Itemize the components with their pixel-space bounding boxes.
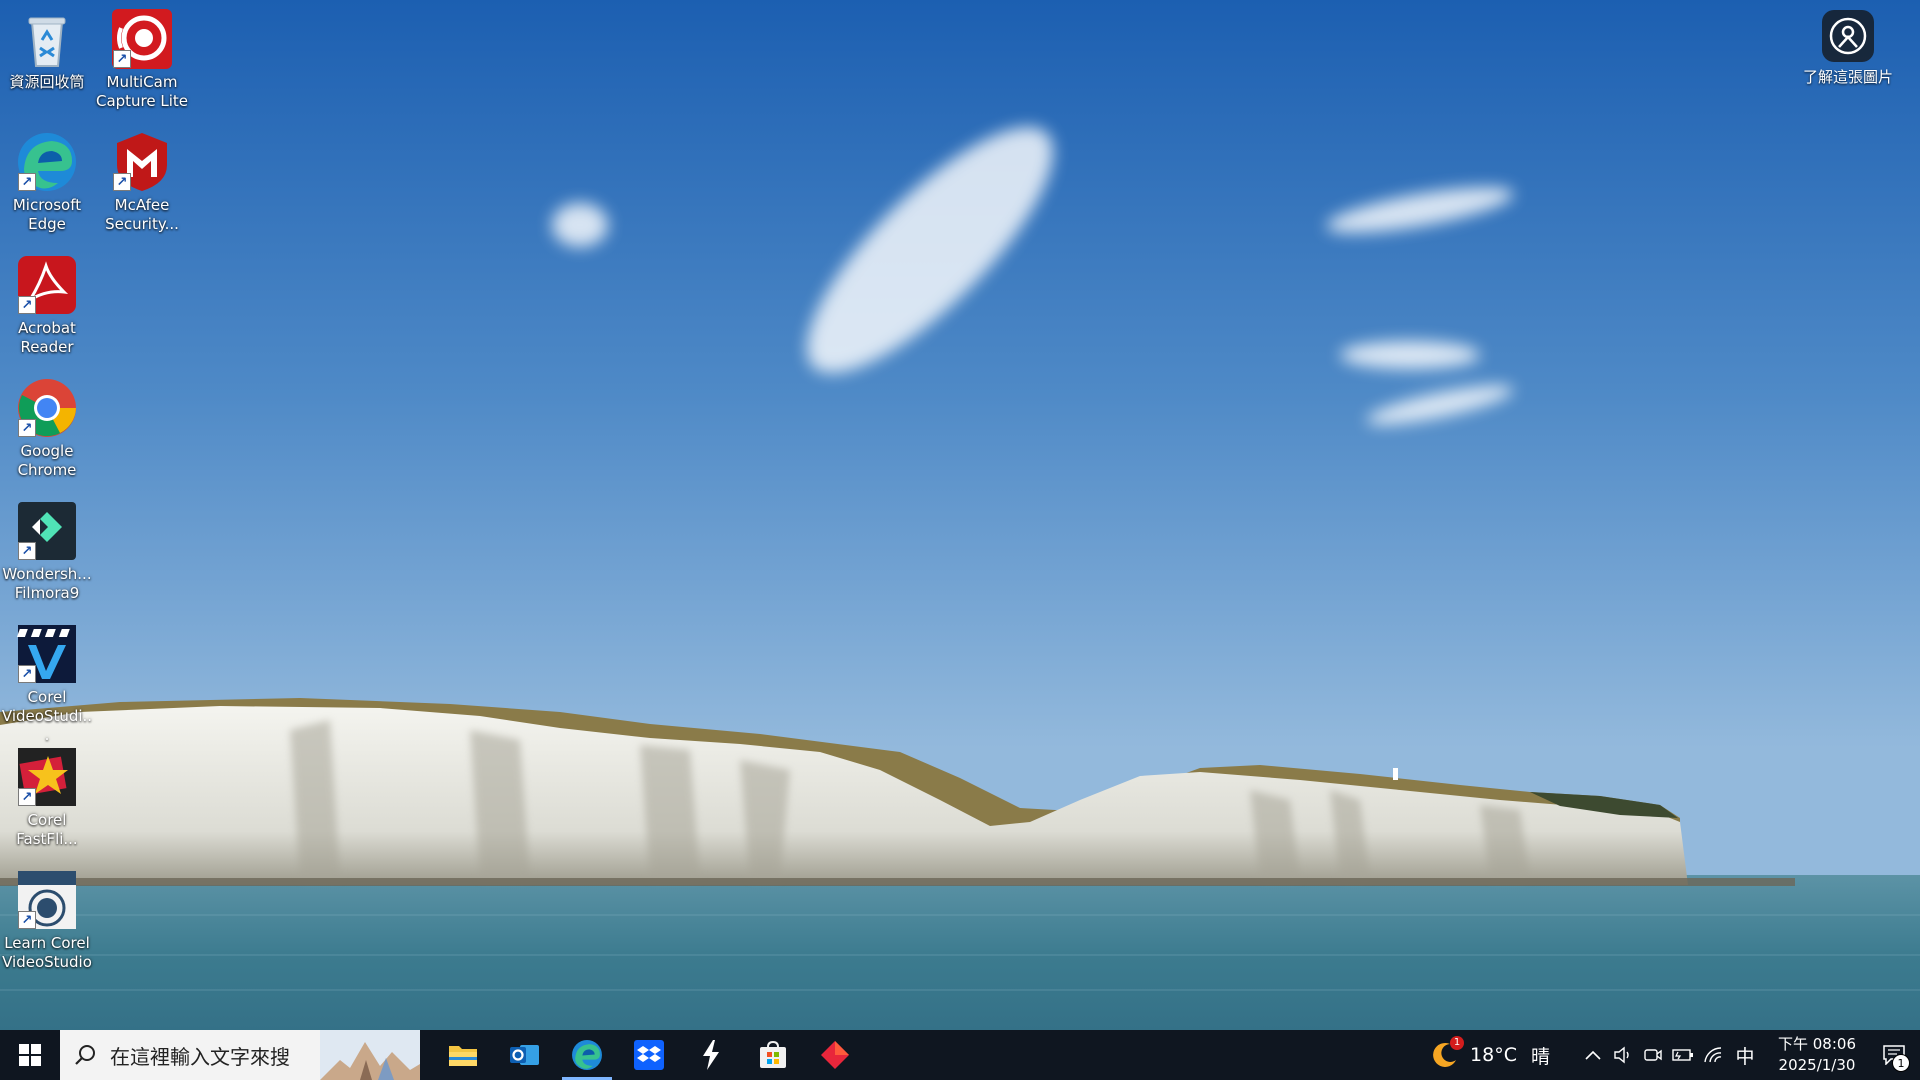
desktop-icon-label: Google Chrome bbox=[17, 442, 77, 479]
outlook-icon bbox=[510, 1045, 539, 1065]
desktop-icon-label: MultiCam Capture Lite bbox=[95, 73, 189, 110]
action-center-button[interactable]: 1 bbox=[1868, 1030, 1920, 1080]
shortcut-arrow-icon: ↗ bbox=[18, 911, 36, 929]
weather-temperature: 18°C bbox=[1470, 1044, 1517, 1066]
taskbar-microsoft-store[interactable] bbox=[742, 1030, 804, 1080]
shortcut-arrow-icon: ↗ bbox=[113, 50, 131, 68]
taskbar-diamond-app[interactable] bbox=[804, 1030, 866, 1080]
folder-icon bbox=[449, 1046, 477, 1066]
desktop-icon-label: Microsoft Edge bbox=[12, 196, 82, 233]
desktop-icon-label: Acrobat Reader bbox=[18, 319, 76, 356]
shortcut-arrow-icon: ↗ bbox=[18, 788, 36, 806]
desktop-icon-area: 資源回收筒 ↗ MultiCam Capture Lite ↗ Microsof… bbox=[0, 0, 1920, 1030]
corel-fastflick-icon: ↗ bbox=[16, 746, 78, 808]
desktop-icon-corel-fastflick[interactable]: ↗ Corel FastFli... bbox=[0, 738, 94, 856]
network-button[interactable] bbox=[1698, 1030, 1728, 1080]
learn-corel-icon: ↗ bbox=[16, 869, 78, 931]
recycle-bin-icon bbox=[16, 8, 78, 70]
multicam-capture-icon: ↗ bbox=[111, 8, 173, 70]
search-icon bbox=[60, 1044, 110, 1066]
clock-time: 下午 08:06 bbox=[1778, 1035, 1856, 1053]
desktop-icon-label: Wondersh... Filmora9 bbox=[2, 565, 92, 602]
weather-condition: 晴 bbox=[1530, 1045, 1550, 1068]
system-tray: 1 18°C 晴 中 下午 08:06 2025/1/30 1 bbox=[1430, 1030, 1920, 1080]
chrome-icon: ↗ bbox=[16, 377, 78, 439]
learn-about-picture-label: 了解這張圖片 bbox=[1802, 68, 1893, 86]
edge-icon: ↗ bbox=[16, 131, 78, 193]
desktop-icon-recycle-bin[interactable]: 資源回收筒 bbox=[0, 0, 94, 118]
shortcut-arrow-icon: ↗ bbox=[18, 296, 36, 314]
desktop-icon-chrome[interactable]: ↗ Google Chrome bbox=[0, 369, 94, 487]
weather-badge: 1 bbox=[1450, 1036, 1465, 1050]
taskbar-edge[interactable] bbox=[556, 1030, 618, 1080]
shortcut-arrow-icon: ↗ bbox=[18, 419, 36, 437]
windows-logo-icon bbox=[19, 1044, 41, 1066]
desktop-icon-mcafee[interactable]: ↗ McAfee Security... bbox=[95, 123, 189, 241]
meet-now-button[interactable] bbox=[1638, 1030, 1668, 1080]
store-icon bbox=[760, 1041, 786, 1068]
taskbar-file-explorer[interactable] bbox=[432, 1030, 494, 1080]
corel-videostudio-icon: ↗ bbox=[16, 623, 78, 685]
notification-badge: 1 bbox=[1892, 1054, 1910, 1072]
wifi-icon bbox=[1704, 1047, 1722, 1063]
desktop-icon-label: Corel VideoStudi... bbox=[1, 688, 93, 744]
desktop-icon-label: 資源回收筒 bbox=[9, 73, 85, 91]
chevron-up-icon bbox=[1585, 1050, 1601, 1060]
desktop-icon-label: Corel FastFli... bbox=[16, 811, 78, 848]
desktop-icon-filmora[interactable]: ↗ Wondersh... Filmora9 bbox=[0, 492, 94, 610]
weather-moon-icon: 1 bbox=[1430, 1036, 1465, 1070]
start-button[interactable] bbox=[0, 1030, 60, 1080]
taskbar-pinned-apps bbox=[432, 1030, 866, 1080]
battery-icon bbox=[1672, 1049, 1693, 1061]
taskbar-lightning-app[interactable] bbox=[680, 1030, 742, 1080]
speaker-icon bbox=[1614, 1046, 1629, 1064]
acrobat-reader-icon: ↗ bbox=[16, 254, 78, 316]
shortcut-arrow-icon: ↗ bbox=[18, 542, 36, 560]
taskbar-clock[interactable]: 下午 08:06 2025/1/30 bbox=[1766, 1034, 1868, 1076]
desktop-icon-label: McAfee Security... bbox=[105, 196, 179, 233]
show-hidden-icons-button[interactable] bbox=[1578, 1030, 1608, 1080]
taskbar-dropbox[interactable] bbox=[618, 1030, 680, 1080]
desktop-icon-acrobat[interactable]: ↗ Acrobat Reader bbox=[0, 246, 94, 364]
search-placeholder: 在這裡輸入文字來搜 bbox=[110, 1044, 290, 1069]
taskbar-search-box[interactable]: 在這裡輸入文字來搜 bbox=[60, 1030, 420, 1080]
taskbar-outlook[interactable] bbox=[494, 1030, 556, 1080]
dropbox-icon bbox=[634, 1040, 664, 1070]
weather-widget[interactable]: 1 18°C 晴 bbox=[1430, 1036, 1550, 1070]
filmora-icon: ↗ bbox=[16, 500, 78, 562]
lightning-icon bbox=[703, 1040, 719, 1070]
camera-icon bbox=[1644, 1049, 1662, 1061]
edge-icon bbox=[572, 1040, 602, 1070]
camera-location-icon bbox=[1822, 10, 1874, 62]
desktop-icon-multicam[interactable]: ↗ MultiCam Capture Lite bbox=[95, 0, 189, 118]
mcafee-icon: ↗ bbox=[111, 131, 173, 193]
desktop-icon-learn-corel[interactable]: ↗ Learn Corel VideoStudio bbox=[0, 861, 94, 979]
diamond-icon bbox=[821, 1041, 849, 1069]
input-method-indicator[interactable]: 中 bbox=[1728, 1030, 1762, 1080]
shortcut-arrow-icon: ↗ bbox=[18, 173, 36, 191]
desktop-icon-edge[interactable]: ↗ Microsoft Edge bbox=[0, 123, 94, 241]
taskbar: 在這裡輸入文字來搜 1 18°C 晴 中 下午 08:06 2025/1/30 … bbox=[0, 1030, 1920, 1080]
desktop-icon-label: Learn Corel VideoStudio bbox=[2, 934, 92, 971]
shortcut-arrow-icon: ↗ bbox=[113, 173, 131, 191]
learn-about-picture-button[interactable]: 了解這張圖片 bbox=[1796, 10, 1900, 87]
shortcut-arrow-icon: ↗ bbox=[18, 665, 36, 683]
clock-date: 2025/1/30 bbox=[1778, 1056, 1856, 1074]
volume-button[interactable] bbox=[1608, 1030, 1638, 1080]
battery-button[interactable] bbox=[1668, 1030, 1698, 1080]
desktop-icon-corel-videostudio[interactable]: ↗ Corel VideoStudi... bbox=[0, 615, 94, 744]
search-highlight-illustration bbox=[320, 1030, 420, 1080]
